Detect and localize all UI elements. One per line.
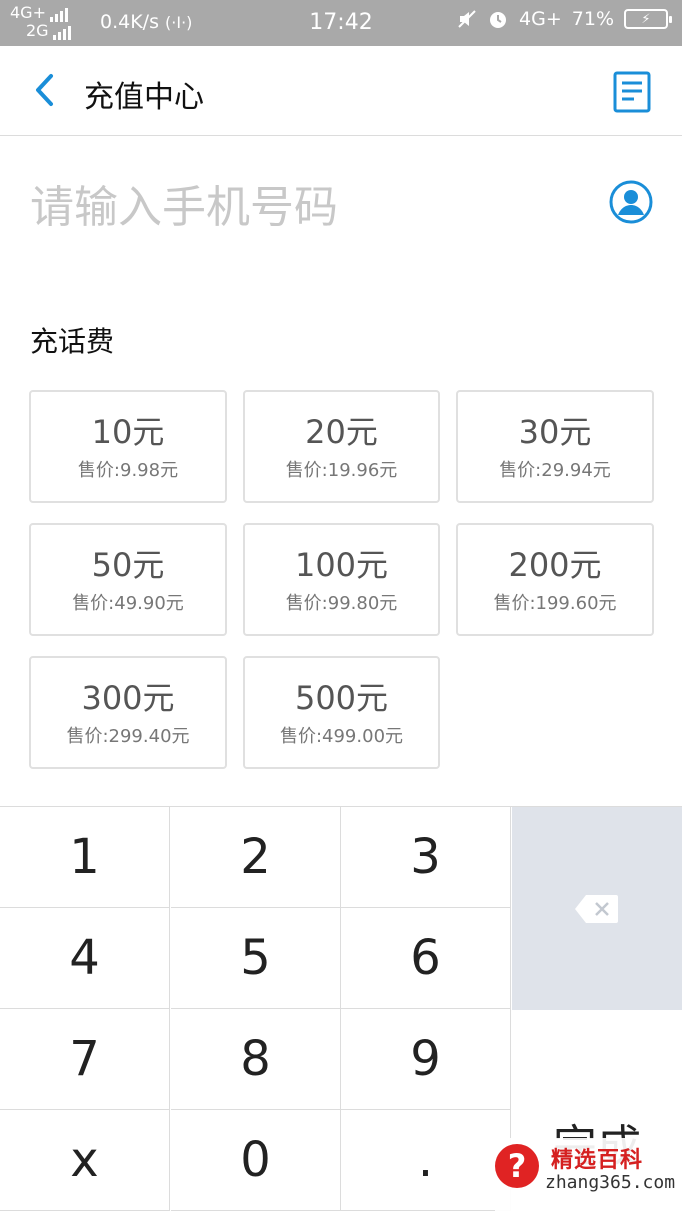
option-amount: 10元 — [91, 412, 165, 451]
key-x[interactable]: x — [0, 1110, 170, 1211]
key-5[interactable]: 5 — [171, 908, 341, 1009]
contacts-button[interactable] — [608, 179, 654, 225]
topup-option-20[interactable]: 20元 售价:19.96元 — [243, 390, 440, 503]
key-dot[interactable]: . — [341, 1110, 511, 1211]
option-price: 售价:9.98元 — [77, 459, 179, 481]
option-price: 售价:49.90元 — [72, 592, 184, 614]
page-title: 充值中心 — [84, 80, 204, 115]
topup-option-500[interactable]: 500元 售价:499.00元 — [243, 656, 440, 769]
battery-icon: ⚡ — [624, 9, 672, 29]
option-price: 售价:499.00元 — [279, 725, 404, 747]
back-button[interactable] — [24, 70, 64, 110]
watermark-url: zhang365.com — [545, 1172, 676, 1193]
mute-icon — [458, 10, 476, 28]
key-8[interactable]: 8 — [171, 1009, 341, 1110]
topup-option-50[interactable]: 50元 售价:49.90元 — [29, 523, 227, 636]
option-amount: 20元 — [305, 412, 378, 451]
battery-percent: 71% — [571, 8, 614, 30]
key-3[interactable]: 3 — [341, 807, 511, 908]
option-amount: 500元 — [294, 678, 389, 717]
option-amount: 50元 — [91, 545, 165, 584]
alarm-icon — [490, 12, 507, 28]
option-price: 售价:299.40元 — [66, 725, 190, 747]
option-amount: 100元 — [294, 545, 389, 584]
option-amount: 300元 — [81, 678, 175, 717]
key-2[interactable]: 2 — [171, 807, 341, 908]
section-title-topup: 充话费 — [30, 325, 115, 358]
phone-number-input[interactable] — [30, 177, 570, 237]
contact-person-icon — [609, 180, 653, 224]
backspace-icon — [575, 894, 618, 923]
option-price: 售价:199.60元 — [493, 592, 617, 614]
app-header: 充值中心 — [0, 46, 682, 136]
option-amount: 200元 — [508, 545, 602, 584]
document-list-icon — [613, 71, 651, 113]
network-type-right: 4G+ — [519, 8, 562, 30]
status-bar: 4G+ 2G 0.4K/s (·I·) 17:42 4G+ 71% ⚡ — [0, 0, 682, 46]
question-icon: ? — [495, 1144, 539, 1188]
chevron-left-icon — [36, 74, 53, 106]
key-4[interactable]: 4 — [0, 908, 170, 1009]
topup-option-300[interactable]: 300元 售价:299.40元 — [29, 656, 227, 769]
phone-input-row — [0, 137, 682, 277]
key-9[interactable]: 9 — [341, 1009, 511, 1110]
watermark-logo: ? 精选百科 zhang365.com — [495, 1138, 682, 1212]
backspace-key[interactable] — [512, 807, 682, 1010]
watermark-name: 精选百科 — [551, 1148, 644, 1173]
topup-option-100[interactable]: 100元 售价:99.80元 — [243, 523, 440, 636]
topup-options-grid: 10元 售价:9.98元 20元 售价:19.96元 30元 售价:29.94元… — [29, 390, 654, 769]
status-right: 4G+ 71% ⚡ — [457, 8, 672, 30]
option-price: 售价:29.94元 — [499, 459, 611, 481]
topup-option-10[interactable]: 10元 售价:9.98元 — [29, 390, 227, 503]
option-price: 售价:19.96元 — [285, 459, 398, 481]
topup-option-30[interactable]: 30元 售价:29.94元 — [456, 390, 654, 503]
key-1[interactable]: 1 — [0, 807, 170, 908]
records-button[interactable] — [612, 70, 652, 114]
key-7[interactable]: 7 — [0, 1009, 170, 1110]
topup-option-200[interactable]: 200元 售价:199.60元 — [456, 523, 654, 636]
key-0[interactable]: 0 — [171, 1110, 341, 1211]
key-6[interactable]: 6 — [341, 908, 511, 1009]
option-amount: 30元 — [518, 412, 592, 451]
option-price: 售价:99.80元 — [285, 592, 398, 614]
